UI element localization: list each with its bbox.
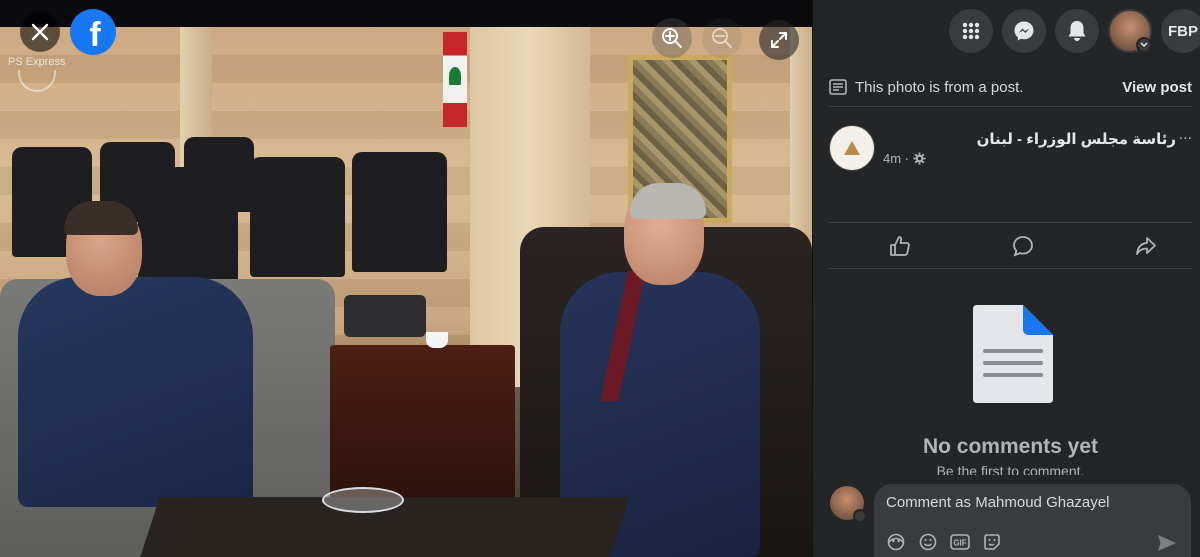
emoji-button[interactable] <box>918 532 938 552</box>
expand-icon <box>771 32 787 48</box>
zoom-in-button[interactable] <box>652 18 692 58</box>
no-comments-subtitle: Be the first to comment. <box>936 463 1085 475</box>
photo-person-right-hair <box>630 183 706 219</box>
photo-telephone <box>344 295 426 337</box>
comment-composer: GIF <box>813 478 1200 557</box>
comment-input[interactable] <box>886 494 1176 511</box>
profile-shortcut-button[interactable]: FBP <box>1161 9 1200 53</box>
composer-tools: GIF <box>886 532 1002 552</box>
photo-person-left-body <box>18 277 253 507</box>
send-icon[interactable] <box>1157 534 1177 552</box>
view-post-link[interactable]: View post <box>1122 79 1192 96</box>
share-button[interactable] <box>1132 232 1160 260</box>
user-avatar[interactable] <box>830 486 867 523</box>
comment-bubble-icon <box>1013 236 1033 257</box>
sticker-icon <box>984 534 1000 550</box>
account-avatar-button[interactable] <box>1108 9 1152 53</box>
divider <box>829 106 1192 107</box>
page-avatar[interactable] <box>829 125 875 171</box>
post-photo[interactable] <box>0 27 812 557</box>
gear-icon <box>913 152 926 165</box>
document-icon <box>973 305 1053 403</box>
facebook-logo-link[interactable]: f <box>70 9 116 55</box>
messenger-button[interactable] <box>1002 9 1046 53</box>
photo-chair <box>352 152 447 272</box>
page-name-link[interactable]: رئاسة مجلس الوزراء - لبنان <box>977 130 1176 148</box>
post-header: رئاسة مجلس الوزراء - لبنان ... 4m · <box>829 124 1192 174</box>
messenger-icon <box>1014 21 1034 41</box>
photo-from-post-notice: This photo is from a post. View post <box>829 74 1192 100</box>
top-strip <box>0 0 812 27</box>
share-arrow-icon <box>1136 237 1156 255</box>
photo-flag <box>443 32 467 127</box>
chevron-down-icon <box>853 509 867 523</box>
like-button[interactable] <box>886 232 914 260</box>
gif-button[interactable]: GIF <box>950 532 970 552</box>
gif-label: GIF <box>953 539 966 548</box>
avatar-sticker-icon <box>887 533 905 551</box>
ps-express-watermark: PS Express <box>8 56 65 92</box>
post-time-text: 4m · <box>883 151 909 166</box>
sticker-button[interactable] <box>982 532 1002 552</box>
post-actions <box>829 228 1192 264</box>
fullscreen-button[interactable] <box>759 20 799 60</box>
divider <box>829 268 1192 269</box>
grid-menu-icon <box>962 22 980 40</box>
photo-chair <box>250 157 345 277</box>
thumbs-up-icon <box>890 236 910 256</box>
facebook-logo-icon: f <box>89 15 101 54</box>
zoom-in-icon <box>662 28 682 48</box>
menu-button[interactable] <box>949 9 993 53</box>
close-button[interactable] <box>20 12 60 52</box>
more-options-icon[interactable]: ... <box>1179 126 1192 144</box>
smiley-icon <box>919 533 937 551</box>
zoom-out-button[interactable] <box>702 18 742 58</box>
gif-icon: GIF <box>950 534 970 550</box>
photo-pillar <box>790 27 812 257</box>
notifications-button[interactable] <box>1055 9 1099 53</box>
close-icon <box>31 23 49 41</box>
watermark-arc <box>18 70 56 92</box>
comment-box[interactable]: GIF <box>874 484 1191 557</box>
zoom-out-icon <box>712 28 732 48</box>
photo-cup <box>426 332 448 348</box>
photo-side-table <box>330 345 515 505</box>
post-timestamp[interactable]: 4m · <box>883 151 926 166</box>
no-comments-title: No comments yet <box>922 435 1099 458</box>
comment-button[interactable] <box>1009 232 1037 260</box>
watermark-text: PS Express <box>8 56 66 68</box>
bell-icon <box>1068 21 1086 41</box>
post-side-panel: FBP This photo is from a post. View post… <box>812 0 1200 557</box>
divider <box>829 222 1192 223</box>
photo-person-left-hair <box>64 201 138 235</box>
photo-chair <box>138 167 238 292</box>
cedar-logo-icon <box>844 141 860 155</box>
photo-ashtray <box>322 487 404 513</box>
post-icon <box>829 79 847 95</box>
top-navigation: FBP <box>813 0 1200 62</box>
chevron-down-icon <box>1136 37 1152 53</box>
avatar-sticker-button[interactable] <box>886 532 906 552</box>
photo-from-post-text: This photo is from a post. <box>855 78 1024 96</box>
